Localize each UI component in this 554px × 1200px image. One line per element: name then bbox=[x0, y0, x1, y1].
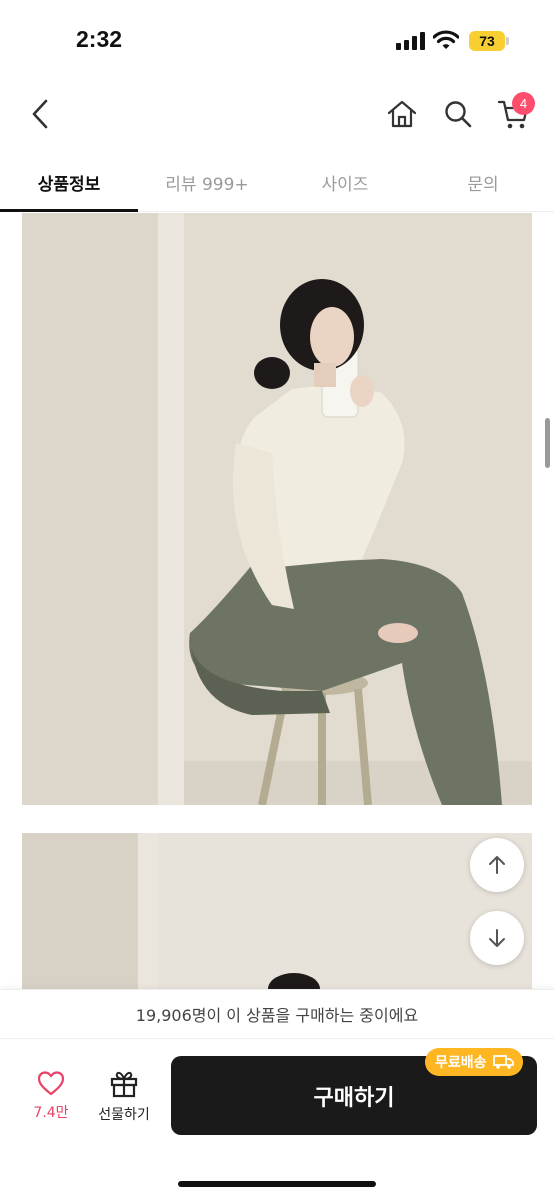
bottom-action-bar: 7.4만 선물하기 구매하기 무료배송 bbox=[0, 1040, 554, 1200]
back-icon bbox=[32, 99, 48, 129]
tab-bar: 상품정보 리뷰 999+ 사이즈 문의 bbox=[0, 152, 554, 212]
free-shipping-badge: 무료배송 bbox=[425, 1048, 523, 1076]
tab-reviews[interactable]: 리뷰 999+ bbox=[138, 152, 276, 212]
battery-tip bbox=[506, 37, 509, 45]
back-button[interactable] bbox=[20, 92, 60, 136]
heart-icon bbox=[37, 1071, 65, 1096]
scroll-top-button[interactable] bbox=[470, 838, 524, 892]
gift-button[interactable]: 선물하기 bbox=[90, 1070, 158, 1140]
home-indicator bbox=[178, 1181, 376, 1187]
battery-indicator: 73 bbox=[469, 31, 505, 51]
arrow-up-icon bbox=[489, 856, 505, 874]
gift-label: 선물하기 bbox=[98, 1107, 150, 1123]
wifi-icon bbox=[432, 30, 460, 50]
like-button[interactable]: 7.4만 bbox=[22, 1070, 80, 1140]
search-button[interactable] bbox=[438, 94, 478, 134]
nav-header bbox=[0, 82, 554, 148]
home-icon bbox=[387, 100, 417, 128]
search-icon bbox=[445, 101, 472, 128]
active-tab-indicator bbox=[0, 209, 138, 212]
status-time: 2:32 bbox=[76, 26, 123, 52]
arrow-down-icon bbox=[489, 929, 505, 947]
home-button[interactable] bbox=[382, 94, 422, 134]
tab-product-info[interactable]: 상품정보 bbox=[0, 152, 138, 212]
gift-icon bbox=[110, 1071, 138, 1098]
status-bar: 2:32 73 bbox=[0, 0, 554, 82]
purchase-notice: 19,906명이 이 상품을 구매하는 중이에요 bbox=[0, 989, 554, 1039]
product-photo-1 bbox=[22, 213, 532, 805]
scroll-indicator[interactable] bbox=[545, 418, 550, 468]
like-count: 7.4만 bbox=[33, 1105, 69, 1121]
signal-icon bbox=[396, 32, 426, 50]
truck-icon bbox=[492, 1055, 514, 1069]
scroll-bottom-button[interactable] bbox=[470, 911, 524, 965]
tab-inquiry[interactable]: 문의 bbox=[414, 152, 552, 212]
product-photo-2 bbox=[22, 833, 532, 989]
cart-count-badge: 4 bbox=[512, 92, 535, 115]
tab-size[interactable]: 사이즈 bbox=[276, 152, 414, 212]
free-shipping-label: 무료배송 bbox=[435, 1055, 487, 1071]
